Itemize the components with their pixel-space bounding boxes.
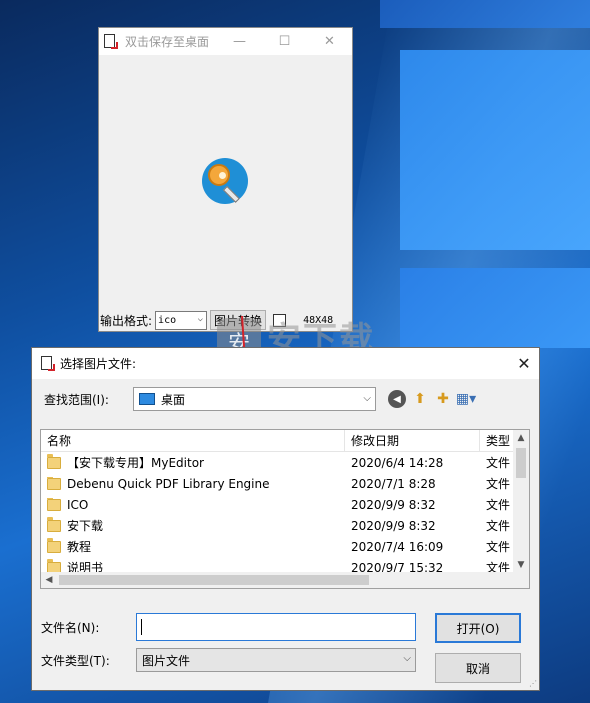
file-type: 文件	[486, 498, 511, 512]
filetype-label: 文件类型(T):	[41, 653, 110, 668]
list-item[interactable]: 教程 2020/7/4 16:09 文件	[41, 536, 529, 557]
column-name[interactable]: ^ 名称	[41, 430, 345, 451]
file-date: 2020/7/1 8:28	[351, 476, 436, 491]
file-date: 2020/9/9 8:32	[351, 518, 436, 533]
file-name: ICO	[67, 497, 89, 512]
filename-label: 文件名(N):	[41, 620, 100, 635]
file-date: 2020/7/4 16:09	[351, 539, 444, 554]
desktop-window-pane	[380, 0, 590, 28]
column-type-label: 类型	[486, 434, 511, 448]
filetype-value: 图片文件	[142, 653, 191, 668]
list-item[interactable]: ICO 2020/9/9 8:32 文件	[41, 494, 529, 515]
list-item[interactable]: 【安下载专用】MyEditor 2020/6/4 14:28 文件	[41, 452, 529, 473]
file-type: 文件	[486, 519, 511, 533]
desktop-window-pane	[400, 268, 590, 348]
list-item[interactable]: Debenu Quick PDF Library Engine 2020/7/1…	[41, 473, 529, 494]
format-value: ico	[158, 314, 177, 326]
folder-icon	[47, 517, 61, 532]
dialog-close-button[interactable]: ✕	[509, 354, 539, 373]
maximize-button[interactable]: ☐	[262, 28, 307, 55]
up-folder-icon[interactable]: ⬆	[411, 390, 429, 408]
close-button[interactable]: ✕	[307, 28, 352, 55]
scroll-corner	[513, 572, 529, 588]
desktop-window-pane	[400, 50, 590, 250]
minimize-button[interactable]: —	[217, 28, 262, 55]
file-type: 文件	[486, 477, 511, 491]
icon-preview-area[interactable]	[99, 55, 352, 313]
desktop-icon	[139, 393, 155, 405]
file-type: 文件	[486, 540, 511, 554]
file-date: 2020/6/4 14:28	[351, 455, 444, 470]
editor-titlebar[interactable]: 双击保存至桌面 — ☐ ✕	[99, 28, 352, 55]
chevron-down-icon: ⌵	[403, 653, 411, 664]
column-date-label: 修改日期	[351, 434, 400, 448]
format-select[interactable]: ico ⌵	[155, 310, 208, 330]
file-list[interactable]: ^ 名称 修改日期 类型 【安下载专用】MyEditor 2020/6/4 14…	[40, 429, 530, 589]
scroll-thumb[interactable]	[59, 575, 369, 585]
back-icon[interactable]: ◀	[388, 390, 406, 408]
chevron-down-icon: ⌵	[363, 393, 371, 404]
size-label: 48X48	[303, 314, 334, 326]
folder-icon	[47, 476, 61, 490]
dialog-title: 选择图片文件:	[60, 357, 137, 371]
file-list-header: ^ 名称 修改日期 类型	[41, 430, 529, 452]
column-type[interactable]: 类型	[480, 430, 515, 451]
open-file-dialog: 选择图片文件: ✕ 查找范围(I): 桌面 ⌵ ◀ ⬆ ✚ ▦▾ ^ 名称 修改…	[31, 347, 540, 691]
column-date[interactable]: 修改日期	[345, 430, 480, 451]
resize-grip-icon[interactable]: ⋰	[529, 679, 537, 688]
format-label: 输出格式:	[100, 313, 153, 328]
text-caret	[141, 619, 142, 635]
new-folder-icon[interactable]: ✚	[434, 390, 452, 408]
scroll-down-icon[interactable]: ▼	[513, 557, 529, 573]
scroll-left-icon[interactable]: ◀	[41, 572, 57, 588]
look-in-select[interactable]: 桌面 ⌵	[133, 387, 376, 411]
file-name: 【安下载专用】MyEditor	[67, 456, 204, 470]
dialog-titlebar[interactable]: 选择图片文件: ✕	[32, 348, 539, 379]
open-button[interactable]: 打开(O)	[435, 613, 521, 643]
scroll-up-icon[interactable]: ▲	[513, 430, 529, 446]
app-icon	[103, 33, 119, 50]
file-name: Debenu Quick PDF Library Engine	[67, 476, 270, 491]
look-in-row: 查找范围(I): 桌面 ⌵ ◀ ⬆ ✚ ▦▾	[44, 386, 539, 412]
file-name: 教程	[67, 540, 92, 554]
vertical-scrollbar[interactable]: ▲ ▼	[513, 430, 529, 573]
editor-title: 双击保存至桌面	[125, 35, 210, 49]
look-in-value: 桌面	[161, 392, 186, 407]
folder-icon	[47, 538, 61, 553]
list-item[interactable]: 安下载 2020/9/9 8:32 文件	[41, 515, 529, 536]
file-name: 安下载	[67, 519, 104, 533]
editor-bottombar: 输出格式: ico ⌵ 图片转换 48X48	[99, 309, 352, 331]
filetype-row: 文件类型(T): 图片文件 ⌵	[41, 648, 416, 672]
folder-icon	[47, 497, 61, 511]
icon-editor-window: 双击保存至桌面 — ☐ ✕ 输出格式: ico ⌵ 图片转换 48X48	[98, 27, 353, 332]
file-date: 2020/9/9 8:32	[351, 497, 436, 512]
horizontal-scrollbar[interactable]: ◀ ▶	[41, 572, 529, 588]
sort-ascending-icon: ^	[189, 429, 197, 436]
chevron-down-icon: ⌵	[197, 313, 204, 324]
look-in-label: 查找范围(I):	[44, 392, 109, 407]
file-type: 文件	[486, 456, 511, 470]
key-icon[interactable]	[202, 158, 248, 204]
column-name-label: 名称	[47, 434, 72, 448]
folder-icon	[47, 454, 61, 469]
cancel-button[interactable]: 取消	[435, 653, 521, 683]
option-checkbox[interactable]	[273, 313, 287, 327]
app-icon	[40, 355, 56, 372]
filetype-select[interactable]: 图片文件 ⌵	[136, 648, 416, 672]
filename-row: 文件名(N):	[41, 613, 416, 641]
filename-input[interactable]	[136, 613, 416, 641]
scroll-thumb[interactable]	[516, 448, 526, 478]
view-menu-icon[interactable]: ▦▾	[456, 390, 476, 408]
